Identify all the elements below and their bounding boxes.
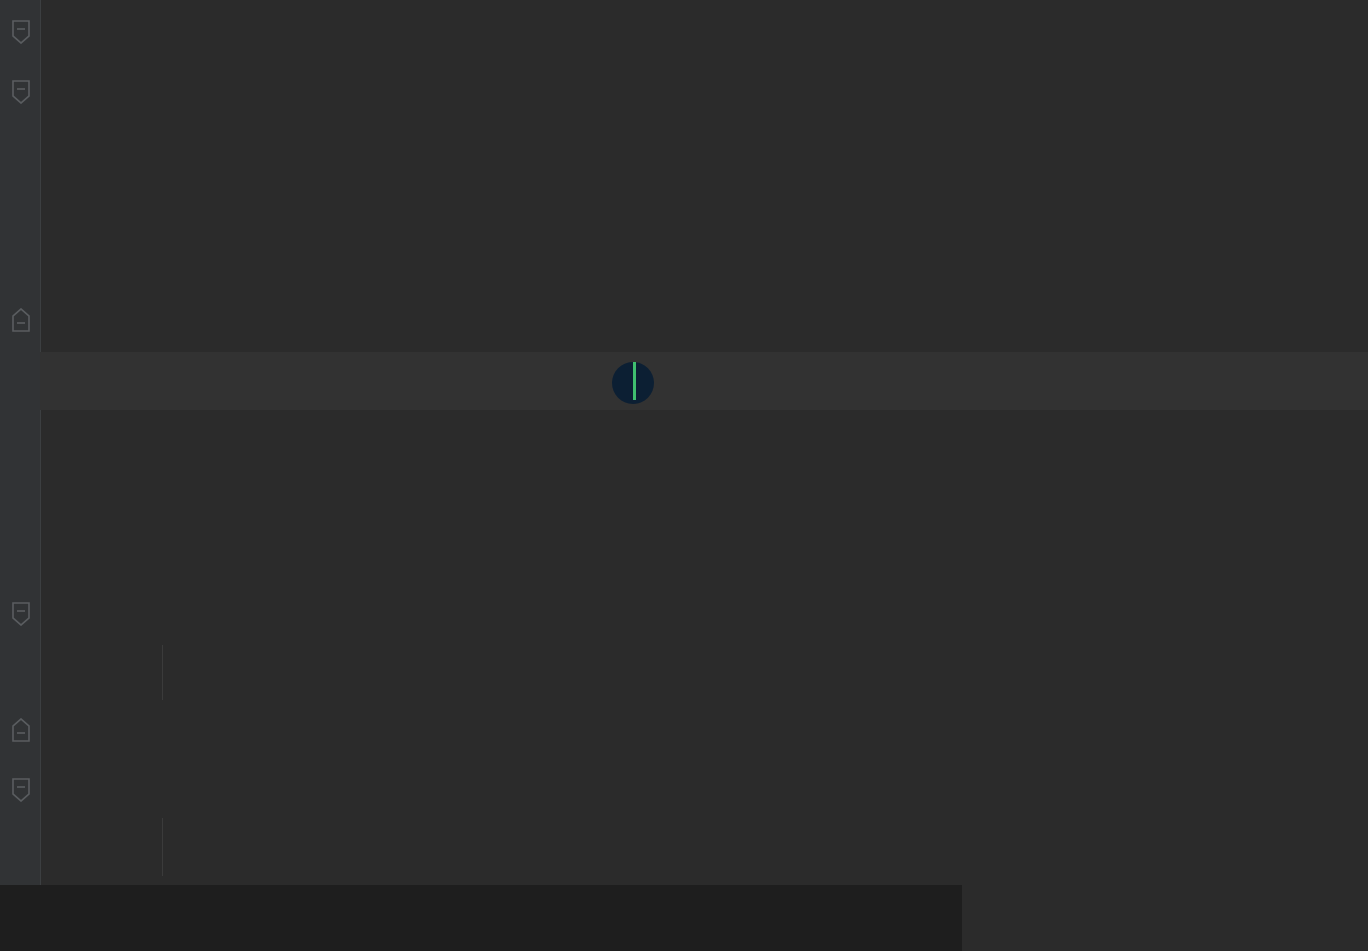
code-line-class[interactable] — [40, 3, 1368, 61]
comment-line[interactable] — [40, 294, 1368, 352]
comment-line[interactable] — [40, 120, 1368, 178]
code-line-field-3[interactable] — [40, 468, 1368, 526]
fold-icon[interactable] — [10, 716, 32, 744]
fold-icon[interactable] — [10, 306, 32, 334]
code-line-field-2[interactable] — [40, 410, 1368, 468]
caret-icon — [633, 362, 636, 400]
code-line-open-brace[interactable] — [40, 758, 1368, 816]
fold-icon[interactable] — [10, 776, 32, 804]
comment-line[interactable] — [40, 236, 1368, 294]
subtitle-bar — [0, 885, 962, 951]
code-line-constructor[interactable] — [40, 584, 1368, 642]
code-line-assignment[interactable] — [40, 818, 1368, 876]
code-line-field-1[interactable] — [40, 352, 1368, 410]
editor-gutter — [0, 0, 41, 951]
code-area[interactable] — [40, 0, 1368, 951]
code-editor[interactable] — [0, 0, 1368, 951]
fold-icon[interactable] — [10, 18, 32, 46]
code-line-assignment[interactable] — [40, 642, 1368, 700]
code-line-close-brace[interactable] — [40, 700, 1368, 758]
fold-icon[interactable] — [10, 78, 32, 106]
comment-line[interactable] — [40, 178, 1368, 236]
comment-line[interactable] — [40, 62, 1368, 120]
fold-icon[interactable] — [10, 600, 32, 628]
